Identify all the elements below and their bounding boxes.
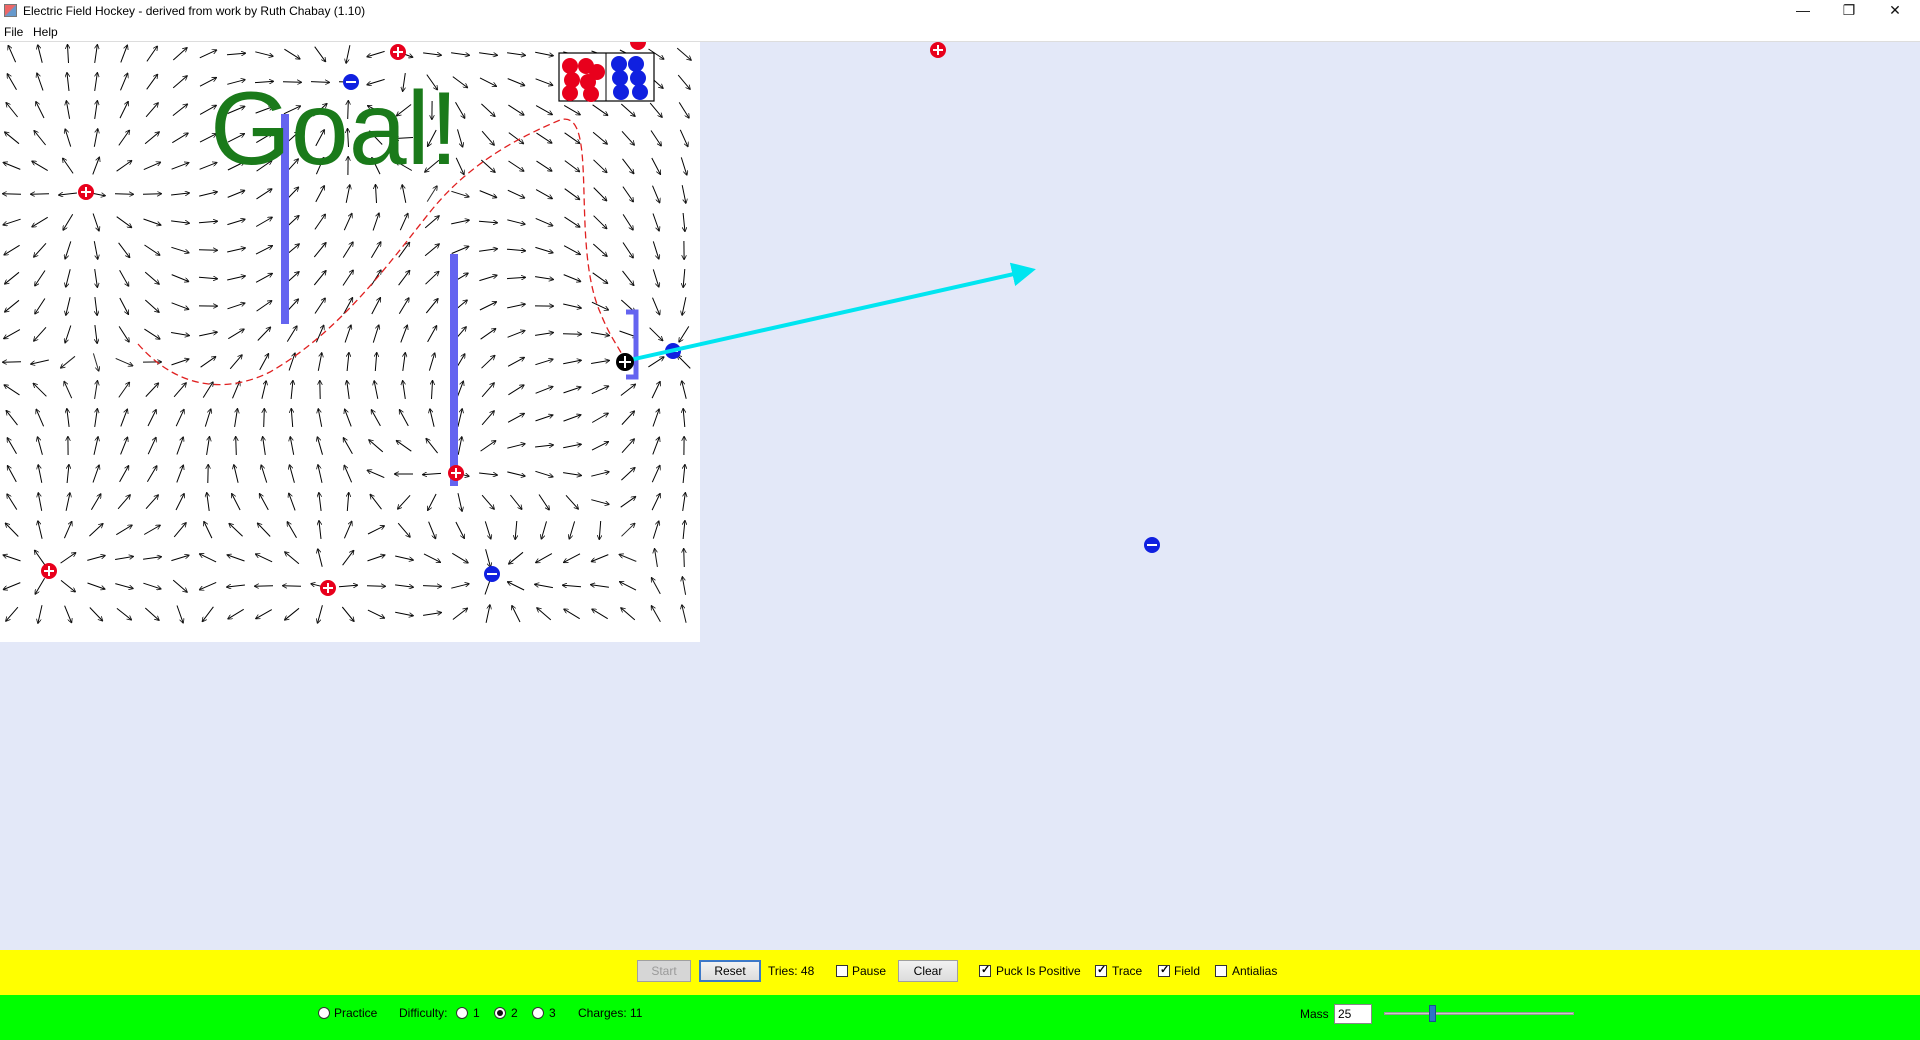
positive-charge[interactable] [78, 184, 94, 200]
field-arrow [142, 194, 161, 195]
positive-charge[interactable] [390, 44, 406, 60]
title-bar: Electric Field Hockey - derived from wor… [0, 0, 1920, 22]
field-arrow [236, 437, 237, 456]
difficulty-radio-3[interactable] [532, 1007, 544, 1019]
difficulty-label: Difficulty: [399, 1006, 448, 1020]
practice-label[interactable]: Practice [334, 1005, 377, 1021]
goal-message: Goal! [210, 71, 459, 187]
mass-input[interactable] [1334, 1004, 1372, 1024]
window-title: Electric Field Hockey - derived from wor… [23, 4, 366, 18]
difficulty-option-3[interactable]: 3 [549, 1005, 556, 1021]
difficulty-radio-1[interactable] [456, 1007, 468, 1019]
negative-charge[interactable] [484, 566, 500, 582]
pause-label[interactable]: Pause [852, 963, 886, 979]
field-drawing[interactable]: Goal! [0, 42, 1920, 950]
trace-label[interactable]: Trace [1112, 963, 1142, 979]
mass-slider-thumb[interactable] [1428, 1005, 1436, 1022]
field-checkbox[interactable] [1158, 963, 1170, 977]
negative-charge[interactable] [1144, 537, 1160, 553]
minimize-button[interactable]: — [1780, 0, 1826, 22]
field-arrow [198, 250, 217, 251]
pause-checkbox[interactable] [836, 965, 848, 977]
difficulty-option-1[interactable]: 1 [473, 1005, 480, 1021]
positive-charge[interactable] [320, 580, 336, 596]
mass-label: Mass [1300, 1007, 1329, 1021]
positive-charge[interactable] [448, 465, 464, 481]
menu-bar: File Help [0, 22, 1920, 42]
difficulty-option-2[interactable]: 2 [511, 1005, 518, 1021]
field-label[interactable]: Field [1174, 963, 1200, 979]
field-arrow [283, 586, 302, 587]
field-arrow [684, 549, 685, 568]
field-arrow [114, 194, 133, 195]
field-arrow [366, 586, 385, 587]
reset-button[interactable]: Reset [699, 960, 761, 982]
trace-checkbox[interactable] [1095, 963, 1107, 977]
positive-charge[interactable] [41, 563, 57, 579]
game-canvas[interactable]: Goal! [0, 42, 1920, 950]
menu-help[interactable]: Help [33, 25, 58, 39]
practice-radio[interactable] [318, 1007, 330, 1019]
field-arrow [3, 194, 22, 195]
puck-positive-checkbox[interactable] [979, 963, 991, 977]
menu-file[interactable]: File [4, 25, 23, 39]
control-bar: Start Reset Tries: 48 Pause Clear Puck I… [0, 950, 1920, 995]
wall-barrier [450, 254, 458, 486]
clear-button[interactable]: Clear [898, 960, 958, 982]
positive-charge[interactable] [930, 42, 946, 58]
close-button[interactable]: ✕ [1872, 0, 1918, 22]
difficulty-radio-2[interactable] [494, 1007, 506, 1019]
maximize-button[interactable]: ❐ [1826, 0, 1872, 22]
charges-counter: Charges: 11 [578, 1006, 643, 1020]
field-arrow [264, 409, 265, 428]
negative-charge[interactable] [343, 74, 359, 90]
mass-slider-track[interactable] [1384, 1012, 1574, 1015]
java-app-icon [4, 4, 17, 17]
settings-bar: Practice Difficulty: 1 2 3 Charges: 11 M… [0, 995, 1920, 1040]
antialias-label[interactable]: Antialias [1232, 963, 1277, 979]
tries-counter: Tries: 48 [768, 964, 815, 978]
start-button[interactable]: Start [637, 960, 691, 982]
antialias-checkbox[interactable] [1215, 965, 1227, 977]
puck-positive-label[interactable]: Puck Is Positive [996, 963, 1081, 979]
puck[interactable] [616, 353, 634, 371]
